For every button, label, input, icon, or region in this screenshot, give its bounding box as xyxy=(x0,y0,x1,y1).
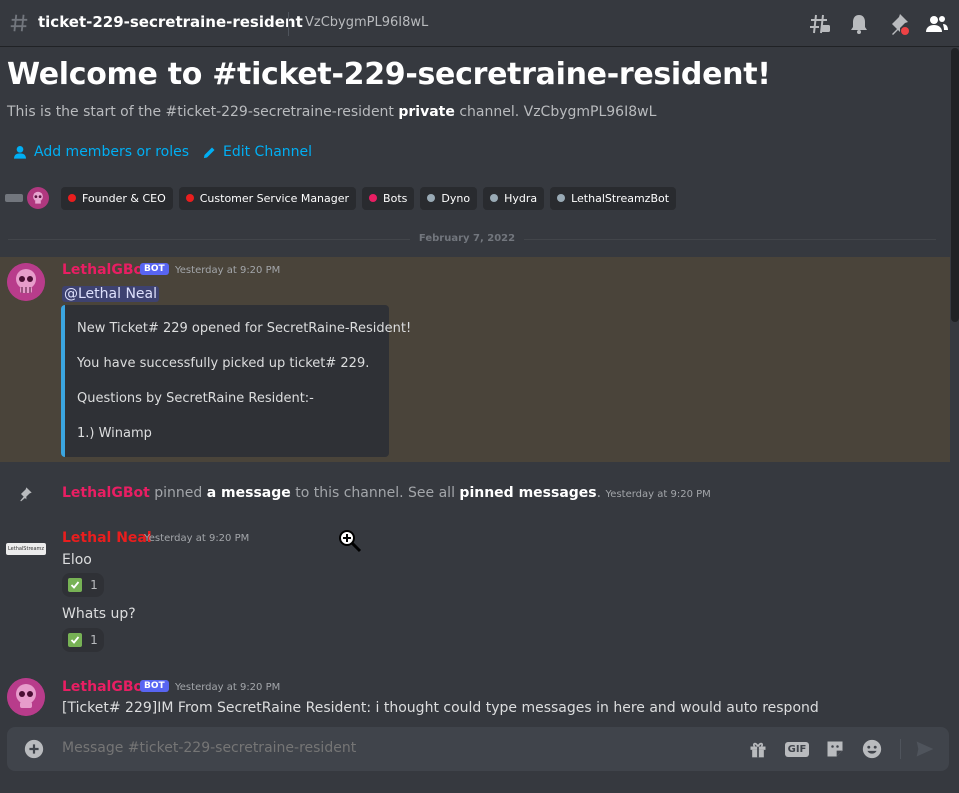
role-tag-lethalstreamzbot[interactable]: LethalStreamzBot xyxy=(550,186,677,210)
bot-tag: BOT xyxy=(140,680,169,692)
edit-channel-label: Edit Channel xyxy=(223,144,313,160)
reaction-checkmark[interactable]: 1 xyxy=(62,628,104,652)
mention[interactable]: @Lethal Neal xyxy=(62,283,160,302)
pin-system-message: LethalGBot pinned a message to this chan… xyxy=(62,485,711,501)
role-color-dot xyxy=(490,194,499,202)
date-divider: February 7, 2022 xyxy=(418,233,516,244)
pinned-messages-icon[interactable] xyxy=(886,12,910,36)
channel-name: ticket-229-secretraine-resident xyxy=(38,13,303,31)
member-list-icon[interactable] xyxy=(925,12,949,36)
welcome-title: Welcome to #ticket-229-secretraine-resid… xyxy=(7,57,771,92)
pin-text: pinned xyxy=(154,485,203,501)
embed-line: You have successfully picked up ticket# … xyxy=(77,356,370,371)
mention-label: @Lethal Neal xyxy=(62,286,160,302)
bot-mini-avatar xyxy=(27,187,49,209)
embed-line: 1.) Winamp xyxy=(77,426,152,441)
role-label: Dyno xyxy=(441,191,471,205)
emoji-icon[interactable] xyxy=(860,737,884,761)
hash-icon xyxy=(10,14,28,32)
skull-avatar-icon xyxy=(7,263,45,301)
person-add-icon xyxy=(14,146,26,159)
composer-divider xyxy=(900,739,901,759)
role-label: Founder & CEO xyxy=(82,191,166,205)
role-label: Customer Service Manager xyxy=(199,191,350,205)
message-author[interactable]: LethalGBot xyxy=(62,262,150,278)
role-tag-hydra[interactable]: Hydra xyxy=(483,186,545,210)
role-tag-dyno[interactable]: Dyno xyxy=(420,186,478,210)
add-members-label: Add members or roles xyxy=(34,144,190,160)
pin-icon xyxy=(20,487,32,502)
embed-line: Questions by SecretRaine Resident:- xyxy=(77,391,314,406)
notification-bell-icon[interactable] xyxy=(847,12,871,36)
role-color-dot xyxy=(369,194,378,202)
role-color-dot xyxy=(557,194,566,202)
gif-label: GIF xyxy=(784,741,810,757)
edit-channel-button[interactable]: Edit Channel xyxy=(202,144,312,160)
scrollbar[interactable] xyxy=(951,48,959,322)
skull-avatar-icon xyxy=(7,678,45,716)
message-author[interactable]: LethalGBot xyxy=(62,679,150,695)
welcome-subtitle-private: private xyxy=(398,104,455,120)
message-embed: New Ticket# 229 opened for SecretRaine-R… xyxy=(61,305,411,457)
message-timestamp: Yesterday at 9:20 PM xyxy=(605,489,711,500)
gif-picker-button[interactable]: GIF xyxy=(784,737,810,761)
pencil-icon xyxy=(203,147,215,158)
message-timestamp: Yesterday at 9:20 PM xyxy=(175,682,281,693)
checkmark-icon xyxy=(68,633,83,647)
pin-text-period: . xyxy=(596,485,602,501)
role-color-dot xyxy=(185,194,194,202)
avatar[interactable]: LethalStreamz xyxy=(6,543,46,555)
threads-icon[interactable] xyxy=(808,12,832,36)
member-mini-avatar xyxy=(5,194,23,202)
channel-roles-row: Founder & CEO Customer Service Manager B… xyxy=(5,186,682,210)
welcome-subtitle-end: channel. VzCbygmPL96I8wL xyxy=(459,104,657,120)
welcome-subtitle-start: This is the start of the #ticket-229-sec… xyxy=(7,104,394,120)
welcome-subtitle: This is the start of the #ticket-229-sec… xyxy=(7,104,656,120)
avatar-label: LethalStreamz xyxy=(7,546,45,552)
pinned-message-link[interactable]: a message xyxy=(207,485,291,501)
date-divider-line-right xyxy=(524,239,936,240)
embed-line: New Ticket# 229 opened for SecretRaine-R… xyxy=(77,321,412,336)
pin-text: to this channel. See all xyxy=(295,485,455,501)
gift-icon[interactable] xyxy=(746,737,770,761)
role-label: Bots xyxy=(383,191,408,205)
reaction-count: 1 xyxy=(90,578,98,592)
role-tag-founder[interactable]: Founder & CEO xyxy=(61,186,173,210)
message-composer: GIF xyxy=(7,727,949,771)
role-color-dot xyxy=(427,194,436,202)
message-input[interactable] xyxy=(62,740,662,756)
bot-tag: BOT xyxy=(140,263,169,275)
add-attachment-icon[interactable] xyxy=(23,738,45,760)
pin-author[interactable]: LethalGBot xyxy=(62,485,150,501)
add-members-button[interactable]: Add members or roles xyxy=(12,144,189,160)
avatar[interactable] xyxy=(7,263,45,301)
message-author[interactable]: Lethal Neal xyxy=(62,530,152,546)
role-label: LethalStreamzBot xyxy=(571,191,670,205)
send-icon[interactable] xyxy=(913,737,937,761)
role-color-dot xyxy=(68,194,76,202)
reaction-count: 1 xyxy=(90,633,98,647)
message-timestamp: Yesterday at 9:20 PM xyxy=(175,265,281,276)
checkmark-icon xyxy=(68,578,83,592)
avatar[interactable] xyxy=(7,678,45,716)
sticker-icon[interactable] xyxy=(823,737,847,761)
reaction-checkmark[interactable]: 1 xyxy=(62,573,104,597)
message-text: Whats up? xyxy=(62,606,136,622)
header-divider xyxy=(288,12,289,36)
role-label: Hydra xyxy=(504,191,538,205)
zoom-cursor-icon xyxy=(339,530,362,553)
role-tag-customer-service[interactable]: Customer Service Manager xyxy=(178,186,357,210)
role-tag-bots[interactable]: Bots xyxy=(362,186,415,210)
skull-icon xyxy=(33,191,43,204)
message-text: [Ticket# 229]IM From SecretRaine Residen… xyxy=(62,700,819,716)
date-divider-line-left xyxy=(8,239,410,240)
pinned-messages-link[interactable]: pinned messages xyxy=(459,485,596,501)
message-timestamp: Yesterday at 9:20 PM xyxy=(144,533,250,544)
channel-topic[interactable]: VzCbygmPL96I8wL xyxy=(305,15,428,30)
message-text: Eloo xyxy=(62,552,92,568)
